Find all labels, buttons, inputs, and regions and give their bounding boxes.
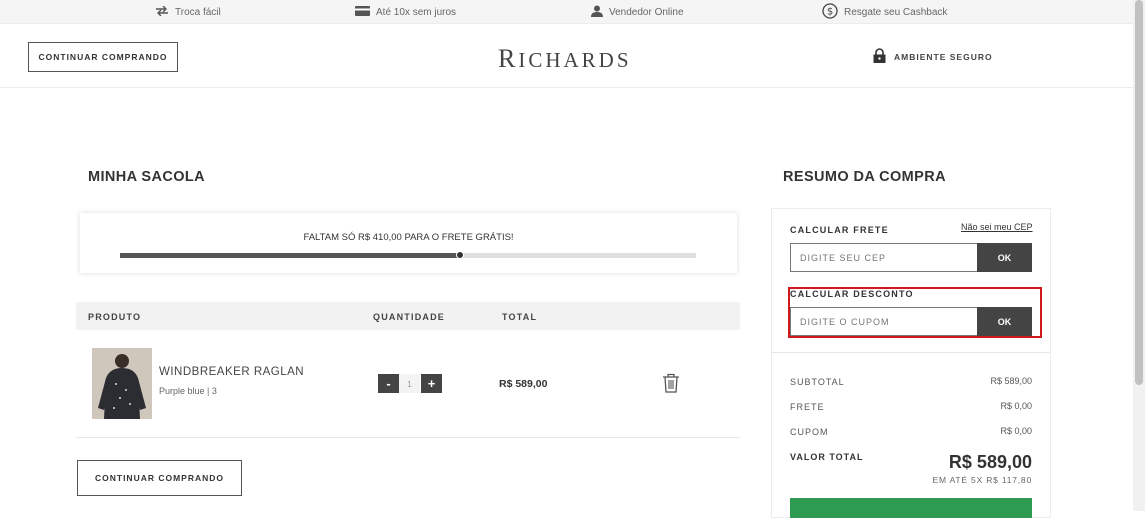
swap-arrows-icon bbox=[155, 5, 175, 19]
page-scrollbar[interactable] bbox=[1133, 0, 1145, 511]
cep-ok-button[interactable]: OK bbox=[977, 243, 1032, 272]
topbar-item-cashback[interactable]: $ Resgate seu Cashback bbox=[822, 0, 947, 24]
progress-marker bbox=[455, 251, 464, 259]
topbar-label: Até 10x sem juros bbox=[376, 6, 457, 18]
coupon-highlight-box bbox=[788, 287, 1042, 338]
svg-text:$: $ bbox=[827, 6, 833, 17]
topbar-item-parcelas[interactable]: Até 10x sem juros bbox=[355, 0, 456, 24]
column-product: PRODUTO bbox=[88, 312, 142, 322]
topbar-item-troca[interactable]: Troca fácil bbox=[155, 0, 221, 24]
scrollbar-thumb[interactable] bbox=[1135, 0, 1143, 385]
product-variant: Purple blue | 3 bbox=[159, 386, 217, 396]
cart-table-header: PRODUTO QUANTIDADE TOTAL bbox=[76, 302, 740, 330]
cupom-label: CUPOM bbox=[790, 427, 829, 437]
summary-divider bbox=[772, 352, 1050, 353]
free-shipping-progress bbox=[120, 251, 696, 259]
bag-title: MINHA SACOLA bbox=[88, 169, 206, 185]
dollar-coin-icon: $ bbox=[822, 2, 844, 22]
secure-label: AMBIENTE SEGURO bbox=[894, 51, 993, 62]
progress-fill bbox=[120, 253, 460, 258]
checkout-button[interactable] bbox=[790, 498, 1032, 518]
column-total: TOTAL bbox=[502, 312, 538, 322]
subtotal-label: SUBTOTAL bbox=[790, 377, 845, 387]
total-label: VALOR TOTAL bbox=[790, 452, 864, 462]
topbar-item-vendedor[interactable]: Vendedor Online bbox=[591, 0, 684, 24]
frete-value: R$ 0,00 bbox=[1000, 401, 1032, 411]
topbar-label: Resgate seu Cashback bbox=[844, 6, 948, 18]
frete-label: FRETE bbox=[790, 402, 825, 412]
topbar-label: Troca fácil bbox=[175, 6, 221, 18]
product-image[interactable] bbox=[92, 348, 152, 419]
cart-item-row: WINDBREAKER RAGLAN Purple blue | 3 - 1 +… bbox=[76, 330, 740, 438]
secure-environment: AMBIENTE SEGURO bbox=[873, 48, 993, 65]
installments-text: EM ATÉ 5X R$ 117,80 bbox=[932, 475, 1032, 485]
column-quantity: QUANTIDADE bbox=[373, 312, 445, 322]
top-info-bar: Troca fácil Até 10x sem juros Vendedor O… bbox=[0, 0, 1133, 24]
site-header: CONTINUAR COMPRANDO RICHARDS AMBIENTE SE… bbox=[0, 24, 1133, 88]
summary-title: RESUMO DA COMPRA bbox=[783, 169, 946, 185]
quantity-increase-button[interactable]: + bbox=[421, 374, 442, 393]
person-icon bbox=[591, 5, 609, 20]
richards-logo[interactable]: RICHARDS bbox=[498, 44, 632, 74]
item-total: R$ 589,00 bbox=[499, 378, 548, 390]
trash-icon[interactable] bbox=[662, 373, 680, 398]
shipping-label: CALCULAR FRETE bbox=[790, 225, 889, 235]
quantity-value[interactable]: 1 bbox=[399, 374, 420, 393]
credit-card-icon bbox=[355, 5, 376, 19]
subtotal-value: R$ 589,00 bbox=[990, 376, 1032, 386]
free-shipping-text: FALTAM SÓ R$ 410,00 PARA O FRETE GRÁTIS! bbox=[303, 232, 514, 243]
lock-icon bbox=[873, 48, 894, 65]
quantity-decrease-button[interactable]: - bbox=[378, 374, 399, 393]
topbar-label: Vendedor Online bbox=[609, 6, 684, 18]
product-name[interactable]: WINDBREAKER RAGLAN bbox=[159, 366, 304, 378]
unknown-cep-link[interactable]: Não sei meu CEP bbox=[961, 222, 1033, 232]
continue-shopping-button[interactable]: CONTINUAR COMPRANDO bbox=[28, 42, 178, 72]
cep-input[interactable] bbox=[790, 243, 979, 272]
continue-shopping-bottom-button[interactable]: CONTINUAR COMPRANDO bbox=[77, 460, 242, 496]
free-shipping-box: FALTAM SÓ R$ 410,00 PARA O FRETE GRÁTIS! bbox=[80, 213, 737, 273]
cupom-value: R$ 0,00 bbox=[1000, 426, 1032, 436]
total-value: R$ 589,00 bbox=[948, 452, 1032, 472]
